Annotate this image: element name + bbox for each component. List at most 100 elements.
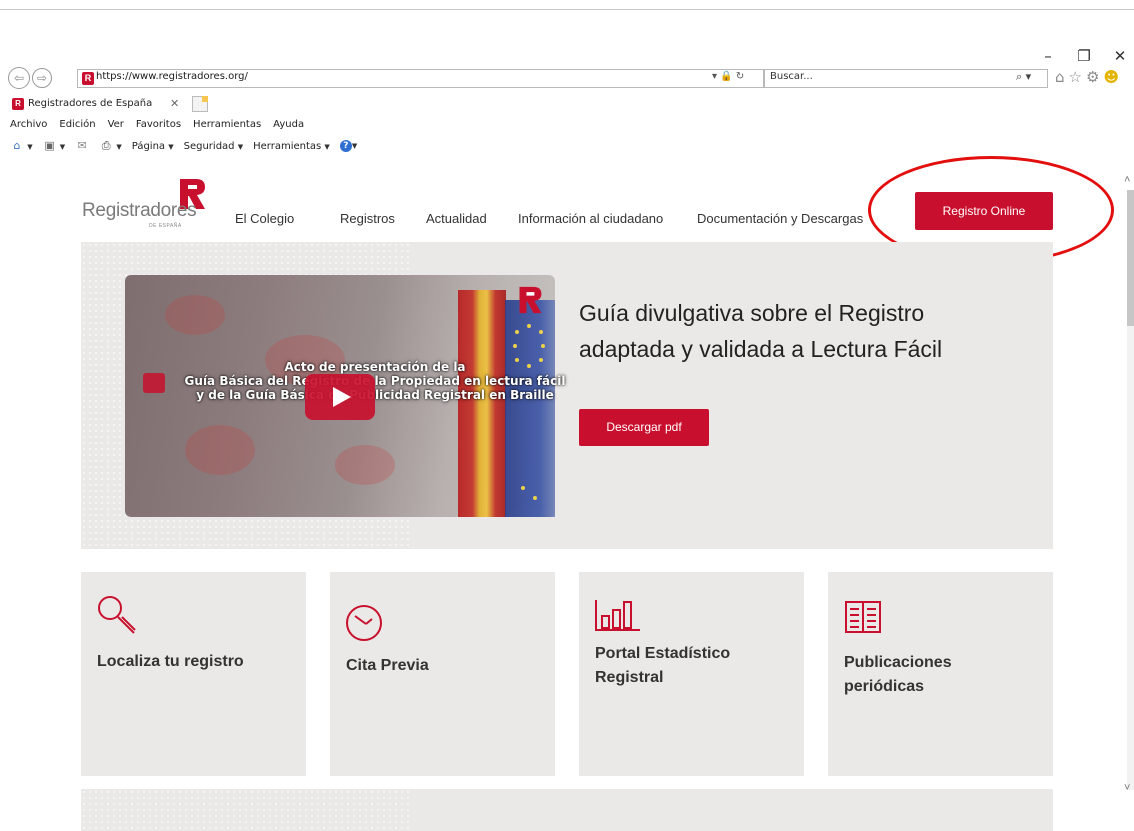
rss-icon: ▣ (44, 139, 55, 152)
tools-menu-label: Herramientas (253, 140, 322, 152)
card-cita-previa[interactable]: Cita Previa (330, 572, 555, 776)
card-title-line: Portal Estadístico (595, 645, 731, 662)
print-command[interactable]: ⎙ ▼ (99, 140, 122, 152)
feeds-command[interactable]: ▣ ▼ (43, 139, 66, 152)
nav-registros[interactable]: Registros (340, 211, 395, 226)
home-icon[interactable]: ⌂ (1055, 68, 1065, 86)
address-url[interactable]: https://www.registradores.org/ (96, 71, 248, 82)
mail-icon: ✉ (77, 139, 87, 152)
card-title-line: Publicaciones (844, 654, 952, 671)
card-title-line: periódicas (844, 678, 925, 695)
window-controls: – ❐ ✕ (1040, 48, 1128, 64)
hero-heading: Guía divulgativa sobre el Registro adapt… (579, 295, 999, 367)
chevron-down-icon: ▼ (168, 142, 174, 151)
tab-title: Registradores de España (28, 98, 153, 109)
card-title: Cita Previa (346, 657, 429, 674)
nav-el-colegio[interactable]: El Colegio (235, 211, 294, 226)
card-title: Portal Estadístico Registral (595, 642, 730, 690)
brand-subtitle: DE ESPAÑA (149, 223, 182, 229)
star-shape (513, 344, 517, 348)
restore-button[interactable]: ❐ (1076, 48, 1092, 64)
scroll-down-arrow[interactable]: ˅ (1124, 782, 1130, 794)
chevron-down-icon: ▼ (116, 143, 122, 151)
star-shape (541, 344, 545, 348)
close-button[interactable]: ✕ (1112, 48, 1128, 64)
address-bar-icons[interactable]: ▾ 🔒 ↻ (712, 71, 744, 82)
video-background-shape (165, 295, 225, 335)
printer-icon: ⎙ (101, 139, 111, 152)
star-shape (515, 330, 519, 334)
video-logo-icon (519, 286, 542, 314)
site-favicon-icon: R (82, 72, 94, 85)
minimize-button[interactable]: – (1040, 48, 1056, 64)
eu-flag-image (505, 300, 555, 517)
help-menu[interactable]: ? ▼ (339, 140, 358, 152)
security-menu[interactable]: Seguridad ▼ (184, 141, 243, 152)
browser-toolbar-icons: ⌂ ☆ ⚙ ☻ (1055, 68, 1119, 86)
nav-actualidad[interactable]: Actualidad (426, 211, 487, 226)
menu-archivo[interactable]: Archivo (10, 119, 47, 130)
star-shape (539, 330, 543, 334)
hero-heading-line: Guía divulgativa sobre el Registro (579, 300, 925, 326)
registro-online-button[interactable]: Registro Online (915, 192, 1053, 230)
smiley-icon[interactable]: ☻ (1103, 68, 1119, 86)
star-shape (527, 324, 531, 328)
video-caption-line: Acto de presentación de la (284, 360, 466, 374)
hero-heading-line: adaptada y validada a Lectura Fácil (579, 336, 943, 362)
bar-chart-icon (595, 600, 640, 631)
home-icon: ⌂ (13, 139, 21, 152)
chevron-down-icon: ▼ (351, 142, 358, 150)
video-caption-line: y de la Guía Básica de Publicidad Regist… (196, 388, 554, 402)
card-publicaciones[interactable]: Publicaciones periódicas (828, 572, 1053, 776)
help-icon: ? (339, 140, 352, 152)
menu-edicion[interactable]: Edición (59, 119, 95, 130)
tab-favicon-icon: R (12, 98, 24, 110)
menu-ayuda[interactable]: Ayuda (273, 119, 304, 130)
tab-close-icon[interactable]: ✕ (170, 97, 179, 110)
security-menu-label: Seguridad (183, 140, 235, 152)
star-shape (521, 486, 525, 490)
menu-bar: Archivo Edición Ver Favoritos Herramient… (10, 119, 304, 130)
spain-flag-image (458, 290, 506, 517)
book-icon (845, 601, 881, 633)
new-tab-button[interactable] (192, 96, 208, 112)
next-section-texture (81, 789, 411, 831)
browser-navigation-bar: ⇦ ⇨ R https://www.registradores.org/ ▾ 🔒… (6, 67, 1134, 89)
brand-name[interactable]: Registradores (82, 200, 197, 222)
search-placeholder: Buscar... (770, 71, 813, 82)
clock-icon (346, 605, 382, 641)
tools-menu[interactable]: Herramientas ▼ (253, 141, 330, 152)
magnifier-icon (98, 596, 136, 634)
menu-favoritos[interactable]: Favoritos (136, 119, 181, 130)
gear-icon[interactable]: ⚙ (1086, 68, 1099, 86)
mail-command[interactable]: ✉ (75, 140, 89, 152)
back-button[interactable]: ⇦ (8, 67, 30, 89)
chevron-down-icon: ▼ (59, 143, 66, 151)
star-shape (533, 496, 537, 500)
video-background-shape (185, 425, 255, 475)
chevron-down-icon: ▼ (237, 142, 244, 151)
page-menu[interactable]: Página ▼ (132, 141, 174, 152)
scrollbar-thumb[interactable] (1127, 190, 1134, 326)
download-pdf-button[interactable]: Descargar pdf (579, 409, 709, 446)
nav-informacion-ciudadano[interactable]: Información al ciudadano (518, 211, 663, 226)
card-title: Publicaciones periódicas (844, 651, 952, 699)
scroll-up-arrow[interactable]: ˄ (1124, 174, 1130, 186)
menu-ver[interactable]: Ver (108, 119, 124, 130)
tab-registradores[interactable]: R Registradores de España ✕ (10, 95, 188, 114)
home-command[interactable]: ⌂ ▼ (10, 140, 33, 152)
chevron-down-icon: ▼ (324, 142, 330, 151)
search-icon[interactable]: ⌕ ▾ (1016, 70, 1031, 84)
video-caption-line: Guía Básica del Registro de la Propiedad… (184, 374, 566, 388)
card-localiza-registro[interactable]: Localiza tu registro (81, 572, 306, 776)
star-icon[interactable]: ☆ (1069, 68, 1082, 86)
command-bar: ⌂ ▼ ▣ ▼ ✉ ⎙ ▼ Página ▼ Seguridad ▼ Herra… (10, 140, 357, 152)
card-title-line: Registral (595, 669, 664, 686)
chevron-down-icon: ▼ (27, 143, 33, 151)
video-background-shape (335, 445, 395, 485)
menu-herramientas[interactable]: Herramientas (193, 119, 261, 130)
card-portal-estadistico[interactable]: Portal Estadístico Registral (579, 572, 804, 776)
play-button-icon[interactable] (305, 374, 375, 420)
forward-button[interactable]: ⇨ (32, 68, 52, 88)
nav-documentacion-descargas[interactable]: Documentación y Descargas (697, 211, 863, 226)
